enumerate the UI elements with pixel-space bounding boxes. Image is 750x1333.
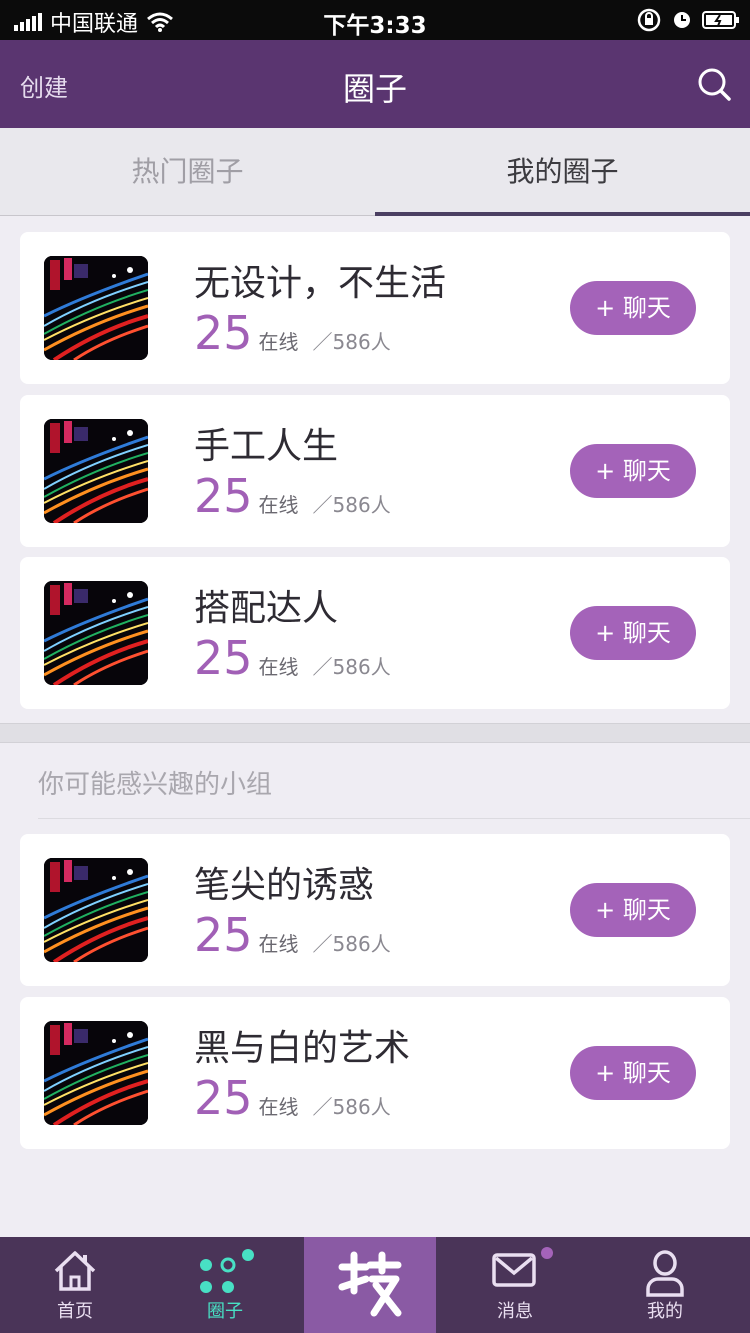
status-right (636, 7, 740, 33)
online-count: 25 (194, 908, 253, 962)
online-count: 25 (194, 469, 253, 523)
group-stats: 25 在线 ／586人 (194, 473, 391, 519)
group-card[interactable]: 笔尖的诱惑 25 在线 ／586人 + 聊天 (20, 834, 730, 986)
group-name: 无设计，不生活 (194, 263, 447, 304)
group-stats: 25 在线 ／586人 (194, 912, 391, 958)
chat-button[interactable]: + 聊天 (570, 1046, 696, 1100)
status-bar: 中国联通 下午3:33 (0, 0, 750, 40)
user-icon (646, 1250, 684, 1297)
tab-my-groups[interactable]: 我的圈子 (375, 128, 750, 216)
online-label: 在线 (258, 932, 299, 956)
alarm-icon (674, 12, 690, 28)
online-count: 25 (194, 1071, 253, 1125)
online-label: 在线 (258, 655, 299, 679)
group-name: 黑与白的艺术 (194, 1028, 411, 1069)
tabbar-home[interactable]: 首页 (0, 1237, 150, 1333)
tabbar-label: 消息 (497, 1301, 533, 1322)
group-card[interactable]: 手工人生 25 在线 ／586人 + 聊天 (20, 395, 730, 547)
search-icon[interactable] (696, 66, 732, 102)
online-label: 在线 (258, 1095, 299, 1119)
segment-tabs: 热门圈子 我的圈子 (0, 128, 750, 216)
center-logo-icon (338, 1251, 402, 1317)
tabbar-circles[interactable]: 圈子 (150, 1237, 300, 1333)
group-stats: 25 在线 ／586人 (194, 1075, 391, 1121)
group-stats: 25 在线 ／586人 (194, 310, 391, 356)
circles-icon (200, 1249, 254, 1293)
tabbar-messages[interactable]: 消息 (440, 1237, 590, 1333)
mail-icon (492, 1253, 536, 1287)
online-label: 在线 (258, 330, 299, 354)
member-total: ／586人 (312, 493, 391, 517)
group-stats: 25 在线 ／586人 (194, 635, 391, 681)
chat-button[interactable]: + 聊天 (570, 444, 696, 498)
divider (38, 818, 750, 819)
chat-button[interactable]: + 聊天 (570, 883, 696, 937)
group-thumbnail (44, 419, 148, 523)
member-total: ／586人 (312, 330, 391, 354)
home-icon (54, 1251, 96, 1291)
online-count: 25 (194, 306, 253, 360)
suggest-section-title: 你可能感兴趣的小组 (38, 770, 273, 800)
group-card[interactable]: 无设计，不生活 25 在线 ／586人 + 聊天 (20, 232, 730, 384)
group-name: 手工人生 (194, 426, 339, 467)
chat-button[interactable]: + 聊天 (570, 281, 696, 335)
group-name: 搭配达人 (194, 588, 339, 629)
group-thumbnail (44, 1021, 148, 1125)
tabbar-center-button[interactable] (304, 1237, 436, 1333)
group-card[interactable]: 搭配达人 25 在线 ／586人 + 聊天 (20, 557, 730, 709)
section-divider (0, 723, 750, 743)
battery-icon (702, 11, 739, 29)
group-thumbnail (44, 256, 148, 360)
online-count: 25 (194, 631, 253, 685)
unread-dot (541, 1247, 553, 1259)
group-thumbnail (44, 858, 148, 962)
tab-hot-groups[interactable]: 热门圈子 (0, 128, 375, 215)
tabbar-label: 首页 (57, 1301, 93, 1322)
member-total: ／586人 (312, 932, 391, 956)
tabbar-profile[interactable]: 我的 (590, 1237, 740, 1333)
tabbar-label: 圈子 (207, 1301, 243, 1322)
chat-button[interactable]: + 聊天 (570, 606, 696, 660)
bottom-tab-bar: 首页 圈子 消息 我的 (0, 1237, 750, 1333)
group-name: 笔尖的诱惑 (194, 865, 375, 906)
page-title: 圈子 (342, 70, 407, 108)
rotation-lock-icon (637, 8, 661, 32)
member-total: ／586人 (312, 655, 391, 679)
member-total: ／586人 (312, 1095, 391, 1119)
group-card[interactable]: 黑与白的艺术 25 在线 ／586人 + 聊天 (20, 997, 730, 1149)
online-label: 在线 (258, 493, 299, 517)
tabbar-label: 我的 (647, 1301, 683, 1322)
nav-bar: 创建 圈子 (0, 40, 750, 128)
group-thumbnail (44, 581, 148, 685)
